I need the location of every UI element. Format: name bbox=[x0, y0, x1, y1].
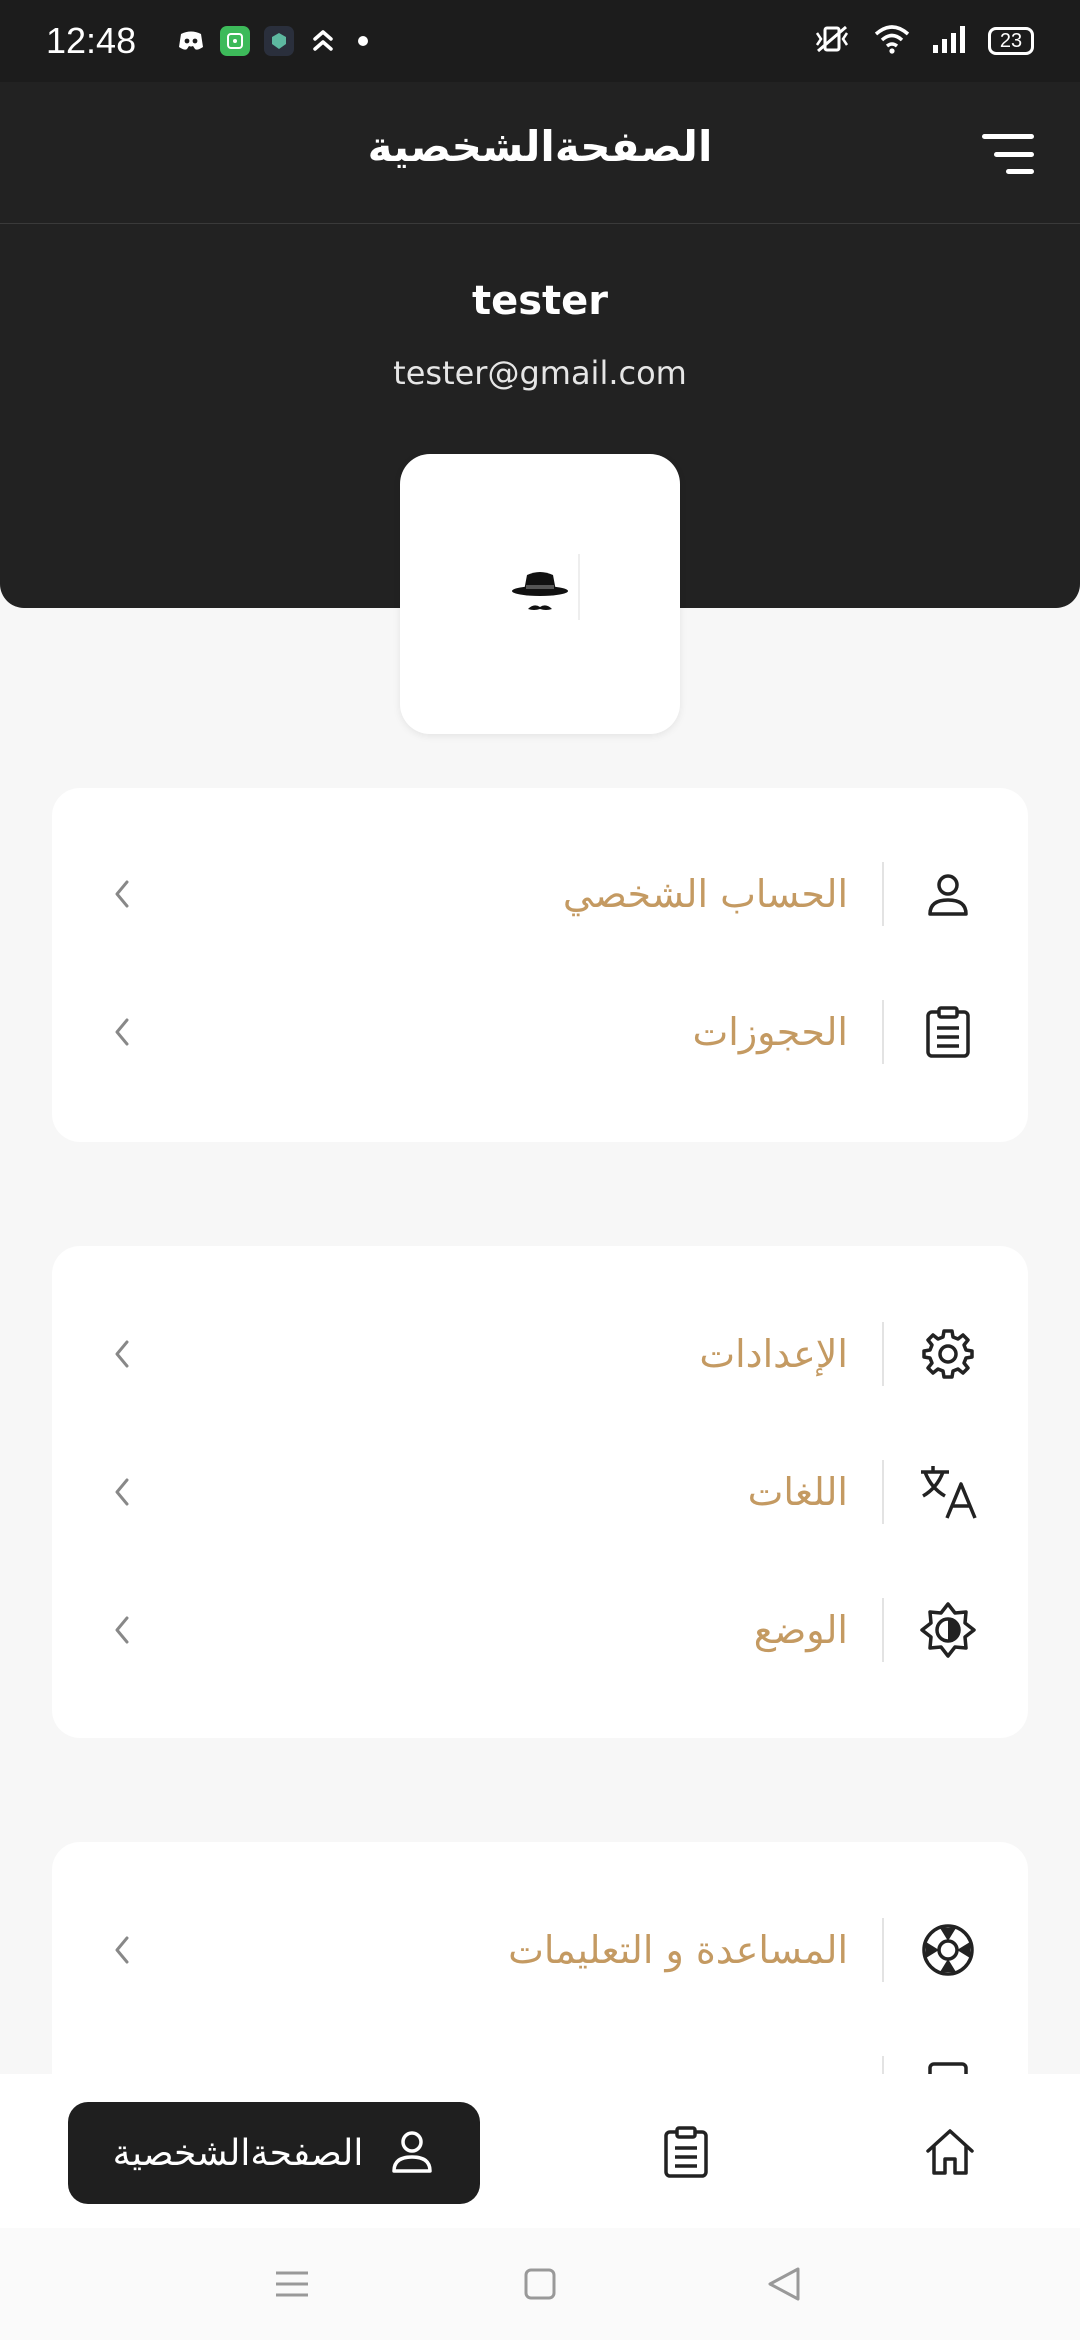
menu-item-help[interactable]: المساعدة و التعليمات bbox=[52, 1900, 1028, 2000]
bottom-nav: الصفحةالشخصية bbox=[0, 2074, 1080, 2228]
help-icon bbox=[918, 1920, 978, 1980]
home-button[interactable] bbox=[514, 2258, 566, 2310]
nav-bookings-tab[interactable] bbox=[656, 2122, 716, 2182]
document-icon bbox=[918, 2058, 978, 2074]
menu-item-label: المساعدة و التعليمات bbox=[508, 1928, 848, 1972]
divider bbox=[882, 2056, 884, 2074]
square-icon bbox=[524, 2268, 556, 2300]
back-button[interactable] bbox=[758, 2258, 810, 2310]
recents-button[interactable] bbox=[266, 2258, 318, 2310]
user-icon bbox=[389, 2127, 435, 2179]
menu-lines-icon bbox=[276, 2271, 308, 2297]
back-triangle-icon bbox=[768, 2267, 800, 2301]
system-nav-bar bbox=[0, 2228, 1080, 2340]
nav-profile-tab[interactable]: الصفحةالشخصية bbox=[68, 2102, 480, 2204]
divider bbox=[882, 1918, 884, 1982]
help-card: المساعدة و التعليمات bbox=[52, 1842, 1028, 2074]
scroll-clip: المساعدة و التعليمات bbox=[0, 0, 1080, 2074]
nav-profile-label: الصفحةالشخصية bbox=[112, 2132, 364, 2174]
nav-home-tab[interactable] bbox=[920, 2122, 980, 2182]
home-icon bbox=[926, 2129, 974, 2175]
clipboard-icon bbox=[664, 2126, 708, 2178]
menu-item-partial[interactable] bbox=[52, 2038, 1028, 2074]
chevron-left-icon bbox=[104, 1920, 140, 1980]
